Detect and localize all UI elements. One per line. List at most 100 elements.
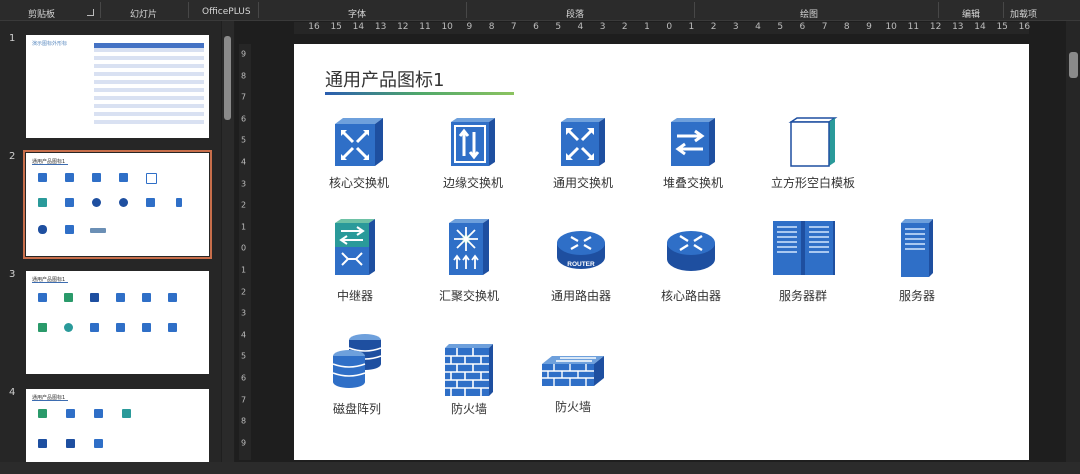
icon-aggregation-switch[interactable]: 汇聚交换机 (414, 219, 524, 309)
icon-firewall-flat[interactable]: 防火墙 (518, 356, 628, 446)
slide-thumbnail-2[interactable]: 通用产品图标1 (23, 150, 212, 259)
ribbon-group-clipboard[interactable]: 剪贴板 (28, 7, 55, 20)
thumbnail-title: 演示图标外形标 (32, 41, 68, 47)
icon-firewall[interactable]: 防火墙 (414, 344, 524, 434)
thumbnail-title-underline (32, 164, 68, 165)
core-router-icon (667, 231, 715, 271)
ribbon-separator (100, 2, 101, 18)
icon-core-router[interactable]: 核心路由器 (636, 219, 746, 309)
icon-core-switch[interactable]: 核心交换机 (304, 116, 414, 206)
ruler-tick-label: 16 (1018, 22, 1031, 32)
ruler-tick-label: 6 (241, 114, 247, 124)
slide-number: 4 (9, 387, 16, 398)
aggregation-switch-icon (449, 219, 489, 275)
ruler-tick-label: 9 (466, 22, 473, 32)
slide-thumbnail-1[interactable]: 演示图标外形标 (26, 35, 209, 138)
mini-icon (65, 225, 74, 234)
ribbon-group-font[interactable]: 字体 (348, 7, 366, 20)
thumbnail-title-underline (32, 400, 68, 401)
editor-scrollbar[interactable] (1066, 21, 1080, 462)
ribbon-group-addins[interactable]: 加载项 (1010, 7, 1037, 20)
mini-icon (66, 409, 75, 418)
icon-server-farm[interactable]: 服务器群 (748, 219, 858, 309)
thumbnail-table (94, 43, 204, 135)
ribbon-group-editing[interactable]: 编辑 (962, 7, 980, 20)
ribbon-separator (188, 2, 189, 18)
vertical-ruler: 9 8 7 6 5 4 3 2 1 0 1 2 3 4 5 6 7 8 9 (239, 44, 251, 460)
mini-icon (146, 198, 155, 207)
mini-icon (64, 323, 73, 332)
ruler-tick-label: 5 (555, 22, 562, 32)
ruler-tick-label: 10 (885, 22, 897, 32)
mini-icon (65, 198, 74, 207)
slide-title[interactable]: 通用产品图标1 (325, 66, 444, 92)
ruler-tick-label: 6 (533, 22, 539, 32)
firewall-icon (445, 344, 493, 396)
mini-icon (64, 293, 73, 302)
ruler-tick-label: 2 (241, 287, 247, 297)
icon-label: 中继器 (336, 289, 373, 303)
ruler-tick-label: 1 (644, 22, 650, 32)
core-switch-icon (335, 118, 383, 166)
icon-label: 防火墙 (554, 400, 591, 414)
ruler-tick-label: 3 (732, 22, 739, 32)
mini-icon (146, 173, 157, 184)
icon-blank-cube[interactable]: 立方形空白模板 (750, 116, 876, 206)
icon-label: 核心路由器 (660, 289, 721, 303)
ribbon-separator (1003, 2, 1004, 18)
ribbon-group-paragraph[interactable]: 段落 (566, 7, 584, 20)
ruler-tick-label: 1 (688, 22, 695, 32)
slide-thumbnail-4[interactable]: 通用产品图标1 (26, 389, 209, 462)
ruler-tick-label: 8 (843, 22, 850, 32)
ribbon-separator (694, 2, 695, 18)
firewall-flat-icon (542, 356, 604, 386)
icon-server[interactable]: 服务器 (862, 219, 972, 309)
mini-icon (142, 323, 151, 332)
ruler-tick-label: 0 (666, 22, 673, 32)
ruler-tick-label: 9 (241, 438, 247, 448)
ruler-tick-label: 6 (799, 22, 806, 32)
icon-label: 防火墙 (450, 402, 487, 416)
ribbon-group-officeplus[interactable]: OfficePLUS (202, 7, 251, 17)
icon-label: 立方形空白模板 (770, 176, 855, 190)
server-farm-icon (773, 221, 835, 275)
ribbon-separator (258, 2, 259, 18)
ruler-tick-label: 8 (241, 71, 247, 81)
ruler-tick-label: 14 (352, 22, 365, 32)
mini-icon (65, 173, 74, 182)
slide-thumbnail-3[interactable]: 通用产品图标1 (26, 271, 209, 374)
ruler-tick-label: 3 (599, 22, 606, 32)
ribbon-separator (938, 2, 939, 18)
thumbnail-scrollbar-thumb[interactable] (224, 36, 231, 120)
slide-number: 3 (9, 269, 16, 280)
horizontal-ruler: 16 15 14 13 12 11 10 9 8 7 6 5 4 3 2 1 0 1 2 3 4 5 6 7 8 9 10 11 12 1… (294, 22, 1031, 34)
icon-router[interactable]: ROUTER 通用路由器 (526, 219, 636, 309)
mini-icon (168, 293, 177, 302)
icon-edge-switch[interactable]: 边缘交换机 (418, 116, 528, 206)
ribbon: 剪贴板 幻灯片 OfficePLUS 字体 段落 绘图 编辑 加载项 (0, 0, 1080, 21)
stack-switch-icon (671, 118, 715, 166)
ribbon-group-drawing[interactable]: 绘图 (800, 7, 818, 20)
mini-icon (38, 323, 47, 332)
ruler-tick-label: 16 (308, 22, 320, 32)
mini-icon (122, 409, 131, 418)
mini-icon (94, 439, 103, 448)
mini-icon (66, 439, 75, 448)
icon-label: 边缘交换机 (442, 176, 503, 190)
slide-canvas[interactable]: 通用产品图标1 核心交换机 边缘交换机 通用交换机 堆叠交换机 立方形空白模板 … (294, 44, 1029, 460)
icon-repeater[interactable]: 中继器 (300, 219, 410, 309)
ruler-tick-label: 11 (907, 22, 920, 32)
mini-icon (38, 409, 47, 418)
server-icon (901, 219, 933, 277)
mini-icon (92, 173, 101, 182)
ruler-tick-label: 11 (419, 22, 431, 32)
ruler-tick-label: 10 (441, 22, 453, 32)
icon-label: 服务器 (898, 289, 935, 303)
icon-generic-switch[interactable]: 通用交换机 (528, 116, 638, 206)
icon-stack-switch[interactable]: 堆叠交换机 (638, 116, 748, 206)
clipboard-launcher-icon[interactable] (87, 9, 94, 16)
editor-scrollbar-thumb[interactable] (1069, 52, 1078, 78)
blank-cube-icon (788, 117, 838, 167)
icon-disk-array[interactable]: 磁盘阵列 (302, 332, 412, 422)
ribbon-group-slides[interactable]: 幻灯片 (130, 7, 157, 20)
